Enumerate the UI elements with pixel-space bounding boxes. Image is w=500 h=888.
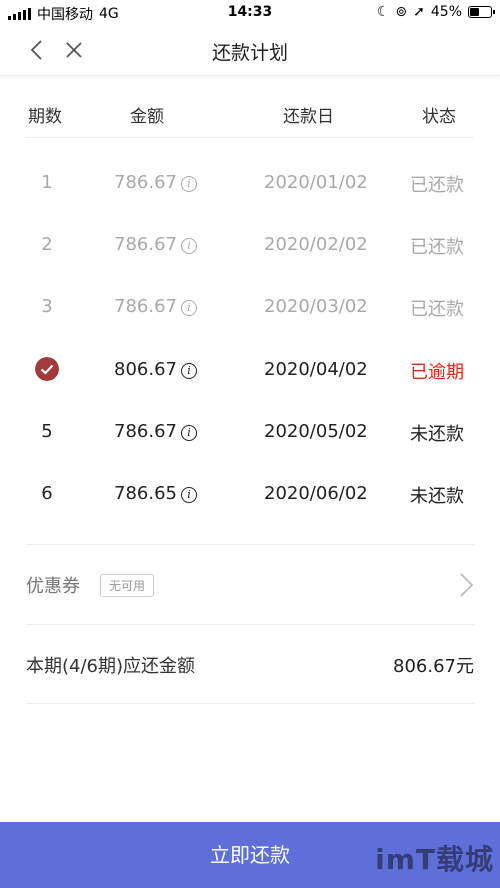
status-right: ☾ ⊚ ➚ 45% xyxy=(376,4,495,20)
info-icon[interactable]: i xyxy=(181,300,197,316)
header-date: 还款日 xyxy=(283,107,334,127)
amount-cell: 806.67 xyxy=(114,359,177,380)
table-row: 1 786.67 i 2020/01/02 已还款 xyxy=(0,154,500,216)
table-row: 2 786.67 i 2020/02/02 已还款 xyxy=(0,216,500,278)
info-icon[interactable]: i xyxy=(181,363,197,379)
location-icon: ➚ xyxy=(413,4,425,20)
table-row-current[interactable]: 806.67 i 2020/04/02 已逾期 xyxy=(0,341,500,403)
period-cell: 1 xyxy=(41,172,53,193)
status-bar: 中国移动 4G 14:33 ☾ ⊚ ➚ 45% xyxy=(0,0,500,26)
status-cell: 已还款 xyxy=(410,299,464,320)
status-cell: 已还款 xyxy=(410,175,464,196)
period-cell: 3 xyxy=(41,296,53,317)
header-period: 期数 xyxy=(28,107,62,127)
battery-icon xyxy=(468,6,495,18)
divider xyxy=(26,544,474,545)
coupon-label: 优惠券 xyxy=(26,576,80,597)
amount-cell: 786.67 xyxy=(114,421,177,442)
date-cell: 2020/06/02 xyxy=(264,483,368,504)
amount-cell: 786.67 xyxy=(114,296,177,317)
date-cell: 2020/04/02 xyxy=(264,359,368,380)
table-header: 期数 金额 还款日 状态 xyxy=(26,92,474,138)
header-status: 状态 xyxy=(422,107,456,127)
info-icon[interactable]: i xyxy=(181,487,197,503)
date-cell: 2020/05/02 xyxy=(264,421,368,442)
status-cell: 未还款 xyxy=(410,486,464,507)
info-icon[interactable]: i xyxy=(181,176,197,192)
amount-cell: 786.67 xyxy=(114,234,177,255)
amount-cell: 786.67 xyxy=(114,172,177,193)
header-amount: 金额 xyxy=(130,107,164,127)
date-cell: 2020/01/02 xyxy=(264,172,368,193)
status-cell: 已逾期 xyxy=(410,362,464,383)
watermark-logo: imT载城 xyxy=(375,843,494,876)
coupon-row[interactable]: 优惠券 无可用 xyxy=(26,546,474,624)
table-row: 6 786.65 i 2020/06/02 未还款 xyxy=(0,465,500,527)
lock-rotation-icon: ⊚ xyxy=(395,4,408,20)
period-cell: 2 xyxy=(41,234,53,255)
page-title: 还款计划 xyxy=(211,42,288,64)
coupon-badge: 无可用 xyxy=(100,574,155,597)
date-cell: 2020/03/02 xyxy=(264,296,368,317)
info-icon[interactable]: i xyxy=(181,238,197,254)
date-cell: 2020/02/02 xyxy=(264,234,368,255)
nav-bar: 还款计划 xyxy=(0,26,500,76)
table-row: 3 786.67 i 2020/03/02 已还款 xyxy=(0,278,500,340)
due-label: 本期(4/6期)应还金额 xyxy=(26,656,196,677)
status-cell: 未还款 xyxy=(410,424,464,445)
battery-percent: 45% xyxy=(430,4,462,20)
amount-cell: 786.65 xyxy=(114,483,177,504)
info-icon[interactable]: i xyxy=(181,425,197,441)
chevron-right-icon[interactable] xyxy=(458,572,474,598)
battery-fill xyxy=(470,8,479,16)
divider xyxy=(26,703,474,704)
due-value: 806.67元 xyxy=(393,656,474,677)
table-row: 5 786.67 i 2020/05/02 未还款 xyxy=(0,403,500,465)
period-cell: 6 xyxy=(41,483,53,504)
moon-icon: ☾ xyxy=(376,4,390,20)
due-amount-row: 本期(4/6期)应还金额 806.67元 xyxy=(26,625,474,703)
period-cell: 5 xyxy=(41,421,53,442)
status-cell: 已还款 xyxy=(410,237,464,258)
checkmark-icon[interactable] xyxy=(35,357,59,381)
